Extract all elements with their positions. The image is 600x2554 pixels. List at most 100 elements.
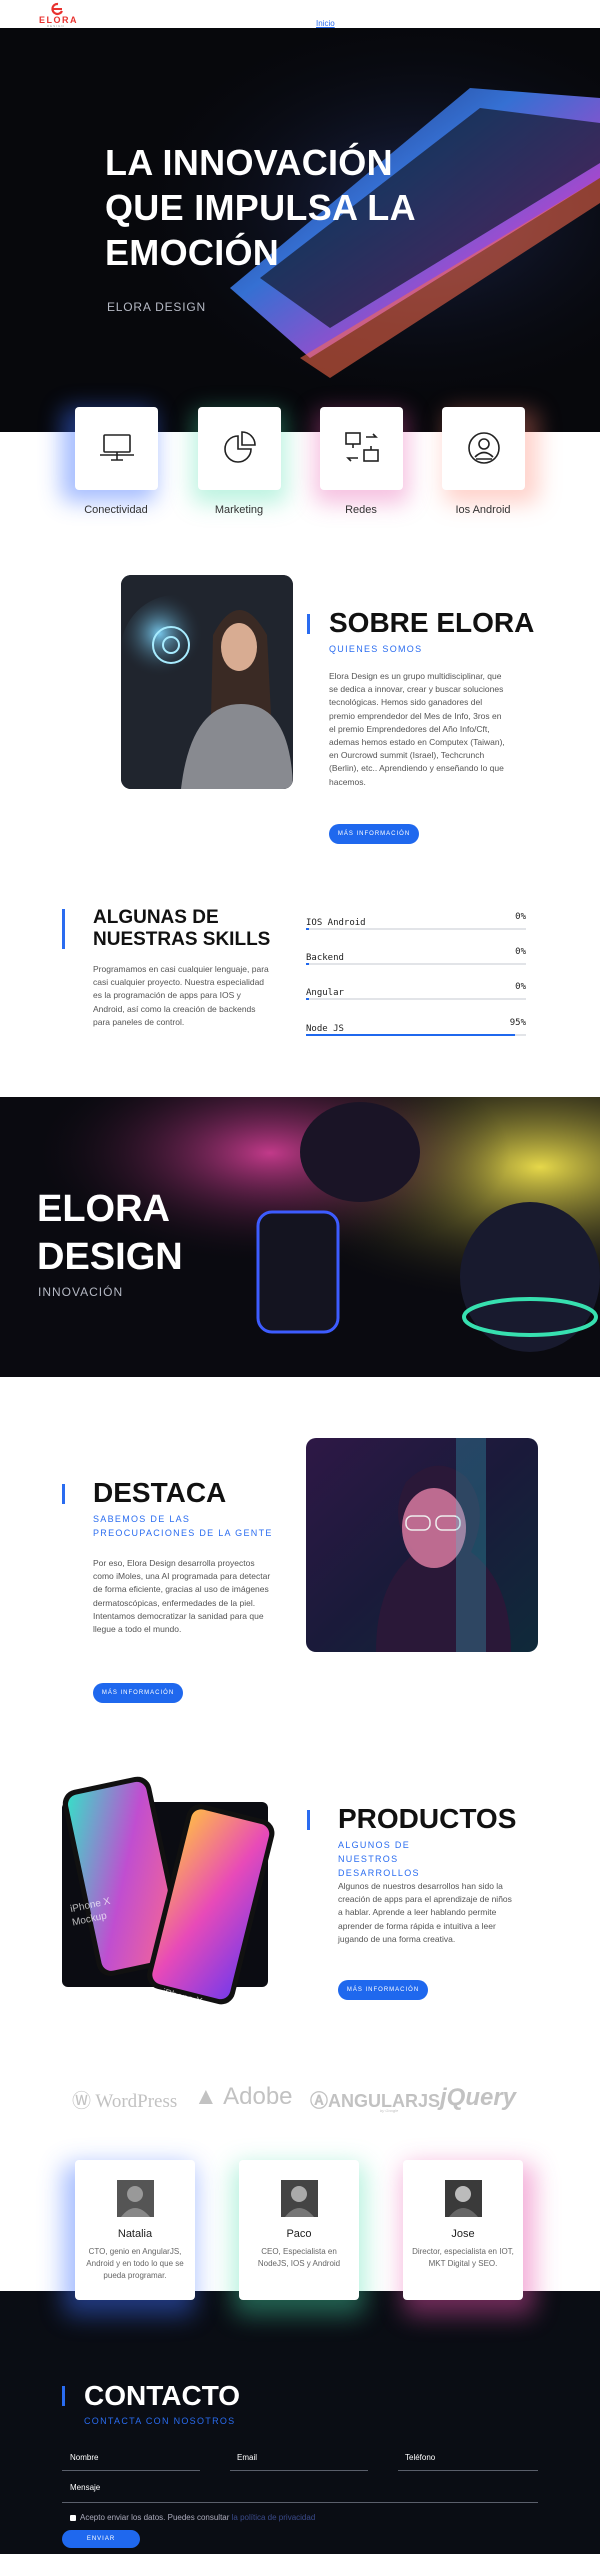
highlight-accent-bar bbox=[62, 1484, 65, 1504]
skill-progress-fill bbox=[306, 1034, 515, 1036]
field-phone-input[interactable] bbox=[398, 2470, 538, 2471]
highlight-title: DESTACA bbox=[93, 1477, 227, 1508]
site-header: ELORA DESIGN Inicio bbox=[0, 0, 600, 28]
hero-subtitle: ELORA DESIGN bbox=[107, 300, 206, 314]
feature-card-redes[interactable] bbox=[320, 407, 403, 490]
feature-label-redes: Redes bbox=[345, 504, 377, 516]
field-phone-label[interactable]: Teléfono bbox=[405, 2453, 435, 2462]
consent-text: Acepto enviar los datos. Puedes consulta… bbox=[80, 2513, 315, 2522]
team-role: CEO, Especialista en NodeJS, IOS y Andro… bbox=[257, 2247, 341, 2268]
highlight-photo bbox=[306, 1438, 538, 1652]
team-name: Natalia bbox=[117, 2228, 153, 2240]
network-icon bbox=[345, 432, 379, 462]
skill-progress-fill bbox=[306, 963, 309, 965]
consent-checkbox[interactable] bbox=[70, 2515, 76, 2521]
feature-card-conectividad[interactable] bbox=[75, 407, 158, 490]
highlight-text: Por eso, Elora Design desarrolla proyect… bbox=[93, 1558, 271, 1635]
about-accent-bar bbox=[307, 614, 310, 634]
team-card-natalia: Natalia CTO, genio en AngularJS, Android… bbox=[75, 2160, 195, 2300]
skill-progress-track bbox=[306, 963, 526, 965]
about-kicker: QUIENES SOMOS bbox=[329, 644, 423, 654]
field-email-input[interactable] bbox=[230, 2470, 368, 2471]
field-email-label[interactable]: Email bbox=[237, 2453, 257, 2462]
brand-adobe: ▲ Adobe bbox=[194, 2083, 293, 2111]
field-message-input[interactable] bbox=[62, 2502, 538, 2503]
products-more-button[interactable]: MÁS INFORMACIÓN bbox=[338, 1980, 428, 2000]
laptop-icon bbox=[100, 434, 134, 461]
brand-angularjs: ⒶANGULARJS bbox=[310, 2087, 440, 2113]
brand-angularjs-sub: by Google bbox=[380, 2108, 399, 2113]
highlight-kicker: SABEMOS DE LAS PREOCUPACIONES DE LA GENT… bbox=[93, 1514, 273, 1538]
feature-label-ios-android: Ios Android bbox=[455, 504, 511, 516]
skill-name: IOS Android bbox=[306, 918, 366, 928]
products-accent-bar bbox=[307, 1810, 310, 1830]
field-name-label[interactable]: Nombre bbox=[70, 2453, 98, 2462]
team-role: CTO, genio en AngularJS, Android y en to… bbox=[86, 2247, 184, 2280]
brand-adobe-label: Adobe bbox=[223, 2083, 293, 2110]
avatar bbox=[445, 2180, 482, 2217]
woman-neon-image bbox=[306, 1438, 538, 1652]
field-message-label[interactable]: Mensaje bbox=[70, 2483, 100, 2492]
skill-progress-fill bbox=[306, 928, 309, 930]
about-text: Elora Design es un grupo multidisciplina… bbox=[329, 671, 505, 787]
logo[interactable]: ELORA DESIGN bbox=[38, 1, 78, 28]
feature-label-conectividad: Conectividad bbox=[84, 504, 148, 516]
skills-text: Programamos en casi cualquier lenguaje, … bbox=[93, 964, 269, 1027]
field-name-input[interactable] bbox=[62, 2470, 200, 2471]
adobe-logo-icon: ▲ bbox=[194, 2083, 224, 2110]
skill-row: Node JS 95% bbox=[306, 1018, 526, 1036]
products-title: PRODUCTOS bbox=[338, 1803, 517, 1834]
skill-percent: 95% bbox=[509, 1018, 526, 1028]
team-card-paco: Paco CEO, Especialista en NodeJS, IOS y … bbox=[239, 2160, 359, 2300]
skill-name: Angular bbox=[306, 988, 344, 998]
team-role: Director, especialista en IOT, MKT Digit… bbox=[412, 2247, 514, 2268]
contact-title: CONTACTO bbox=[84, 2380, 241, 2411]
brand-wordpress-label: WordPress bbox=[95, 2091, 178, 2112]
skills-title: ALGUNAS DE NUESTRAS SKILLS bbox=[93, 907, 271, 950]
brand-band: ELORA DESIGN INNOVACIÓN bbox=[0, 1097, 600, 1377]
band-subtitle: INNOVACIÓN bbox=[38, 1285, 124, 1299]
highlight-more-button[interactable]: MÁS INFORMACIÓN bbox=[93, 1683, 183, 1703]
skill-progress-track bbox=[306, 1034, 526, 1036]
feature-card-ios-android[interactable] bbox=[442, 407, 525, 490]
brand-jquery: jQuery bbox=[440, 2084, 517, 2111]
skill-row: IOS Android 0% bbox=[306, 912, 526, 930]
skill-percent: 0% bbox=[515, 947, 526, 957]
products-kicker: ALGUNOS DE NUESTROS DESARROLLOS bbox=[338, 1840, 420, 1878]
skill-progress-fill bbox=[306, 998, 309, 1000]
products-text: Algunos de nuestros desarrollos han sido… bbox=[338, 1881, 512, 1944]
skill-row: Angular 0% bbox=[306, 982, 526, 1000]
band-title: ELORA DESIGN bbox=[37, 1188, 183, 1278]
angular-logo-icon: Ⓐ bbox=[310, 2091, 328, 2111]
skill-percent: 0% bbox=[515, 912, 526, 922]
privacy-policy-link[interactable]: la política de privacidad bbox=[232, 2513, 316, 2522]
team-card-jose: Jose Director, especialista en IOT, MKT … bbox=[403, 2160, 523, 2300]
skill-progress-track bbox=[306, 998, 526, 1000]
skill-row: Backend 0% bbox=[306, 947, 526, 965]
team-name: Paco bbox=[286, 2228, 312, 2240]
contact-accent-bar bbox=[62, 2386, 65, 2406]
contact-submit-button[interactable]: ENVIAR bbox=[62, 2530, 140, 2548]
skills-accent-bar bbox=[62, 909, 65, 949]
consent-label: Acepto enviar los datos. Puedes consulta… bbox=[80, 2513, 230, 2522]
brand-wordpress: Ⓦ WordPress bbox=[72, 2086, 177, 2113]
hero-title: LA INNOVACIÓN QUE IMPULSA LA EMOCIÓN bbox=[105, 142, 415, 273]
user-icon bbox=[468, 432, 500, 464]
skill-percent: 0% bbox=[515, 982, 526, 992]
team-name: Jose bbox=[451, 2228, 475, 2240]
feature-label-marketing: Marketing bbox=[214, 504, 264, 516]
avatar bbox=[117, 2180, 154, 2217]
hero-section: LA INNOVACIÓN QUE IMPULSA LA EMOCIÓN ELO… bbox=[0, 28, 600, 432]
avatar bbox=[281, 2180, 318, 2217]
nav-link-inicio[interactable]: Inicio bbox=[316, 19, 335, 28]
wordpress-logo-icon: Ⓦ bbox=[72, 2091, 96, 2112]
skill-progress-track bbox=[306, 928, 526, 930]
skill-name: Backend bbox=[306, 953, 344, 963]
contact-kicker: CONTACTA CON NOSOTROS bbox=[84, 2416, 236, 2426]
pie-chart-icon bbox=[224, 431, 256, 463]
woman-hologram-image bbox=[121, 575, 293, 789]
about-more-button[interactable]: MÁS INFORMACIÓN bbox=[329, 824, 419, 844]
about-photo bbox=[121, 575, 293, 789]
feature-card-marketing[interactable] bbox=[198, 407, 281, 490]
skill-name: Node JS bbox=[306, 1024, 344, 1034]
